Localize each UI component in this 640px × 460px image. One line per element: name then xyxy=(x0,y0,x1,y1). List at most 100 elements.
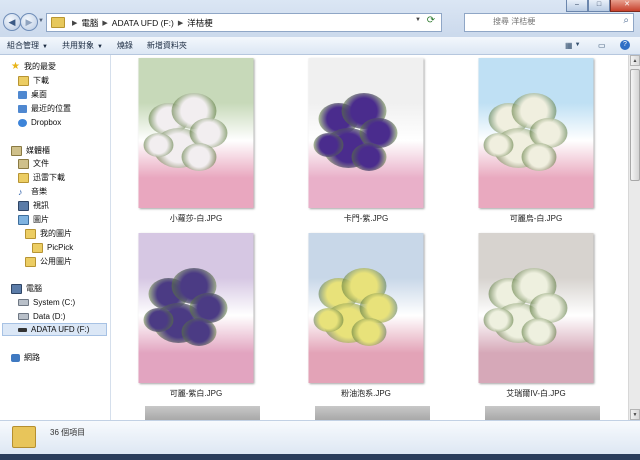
folder-large-icon xyxy=(12,426,36,448)
nav-favorites[interactable]: ★ 我的最愛 xyxy=(11,60,56,73)
nav-label: 桌面 xyxy=(31,90,47,99)
pictures-icon xyxy=(18,214,29,225)
desktop-icon xyxy=(18,90,27,99)
nav-network[interactable]: 網路 xyxy=(11,351,40,364)
image-thumbnail[interactable] xyxy=(308,233,424,383)
dropdown-arrow-icon: ▼ xyxy=(42,44,48,50)
nav-label: 音樂 xyxy=(31,187,47,196)
maximize-button[interactable]: □ xyxy=(588,0,610,12)
file-tile[interactable]: 卡門-紫.JPG xyxy=(281,55,451,223)
share-with-menu[interactable]: 共用對象 ▼ xyxy=(55,40,110,51)
nav-videos[interactable]: 視訊 xyxy=(18,199,49,212)
search-box[interactable]: ⌕ xyxy=(464,13,634,32)
file-name: 小蘿莎-白.JPG xyxy=(169,214,223,223)
navigation-pane: ★ 我的最愛 下載 桌面 最近的位置 Dropbox 媒體櫃 文件 迅雷下載 ♪ 音… xyxy=(0,55,111,420)
nav-downloads[interactable]: 下載 xyxy=(18,74,49,87)
file-name: 可麗-紫白.JPG xyxy=(169,389,223,398)
nav-computer[interactable]: 電腦 xyxy=(11,282,42,295)
nav-drive-c[interactable]: System (C:) xyxy=(18,296,75,309)
nav-label: 電腦 xyxy=(26,284,42,293)
file-tile[interactable]: 粉油泡系.JPG xyxy=(281,230,451,398)
recent-places-icon xyxy=(18,104,27,113)
nav-drive-d[interactable]: Data (D:) xyxy=(18,310,65,323)
share-with-label: 共用對象 xyxy=(61,41,94,50)
file-name: 粉油泡系.JPG xyxy=(341,389,391,398)
nav-label: 下載 xyxy=(33,76,49,85)
view-icon: ▦ xyxy=(565,40,573,50)
image-thumbnail[interactable] xyxy=(138,233,254,383)
nav-recent-places[interactable]: 最近的位置 xyxy=(18,102,71,115)
scroll-thumb[interactable] xyxy=(630,69,640,181)
star-icon: ★ xyxy=(11,60,20,72)
preview-pane-button[interactable]: ▭ xyxy=(598,39,606,51)
view-options-button[interactable]: ▦ ▼ xyxy=(565,39,581,51)
file-tile[interactable]: 小蘿莎-白.JPG xyxy=(111,55,281,223)
documents-icon xyxy=(18,158,29,169)
breadcrumb: ▶ 電腦 ▶ ADATA UFD (F:) ▶ 洋桔梗 xyxy=(68,17,213,29)
taskbar-strip xyxy=(0,454,640,460)
image-thumbnail[interactable] xyxy=(138,58,254,208)
dropdown-arrow-icon: ▼ xyxy=(574,42,581,48)
command-bar: 組合管理 ▼ 共用對象 ▼ 燒錄 新增資料夾 ▦ ▼ ▭ ? xyxy=(0,37,640,55)
nav-documents[interactable]: 文件 xyxy=(18,157,49,170)
nav-public-pictures[interactable]: 公用圖片 xyxy=(25,255,72,268)
address-history-dropdown[interactable]: ▼ xyxy=(415,17,421,23)
refresh-button[interactable]: ⟳ xyxy=(424,15,438,28)
breadcrumb-separator-icon[interactable]: ▶ xyxy=(178,19,183,27)
nav-label: 迅雷下載 xyxy=(33,173,65,182)
back-button[interactable]: ◀ xyxy=(3,13,21,31)
file-tile[interactable]: 艾瑞爾IV-白.JPG xyxy=(451,230,621,398)
folder-icon xyxy=(18,172,29,183)
nav-drive-f-selected[interactable]: ADATA UFD (F:) xyxy=(2,323,107,336)
breadcrumb-folder[interactable]: 洋桔梗 xyxy=(187,17,213,29)
image-thumbnail[interactable] xyxy=(478,233,594,383)
partial-thumbnail[interactable] xyxy=(485,406,600,420)
folder-icon xyxy=(32,242,43,253)
vertical-scrollbar[interactable]: ▲ ▼ xyxy=(628,55,640,420)
new-folder-button[interactable]: 新增資料夾 xyxy=(140,40,194,51)
file-tile[interactable]: 可麗烏-白.JPG xyxy=(451,55,621,223)
forward-button[interactable]: ▶ xyxy=(20,13,38,31)
nav-desktop[interactable]: 桌面 xyxy=(18,88,47,101)
recent-pages-dropdown[interactable]: ▼ xyxy=(38,18,44,24)
search-input[interactable] xyxy=(465,14,633,29)
nav-pictures[interactable]: 圖片 xyxy=(18,213,49,226)
nav-dropbox[interactable]: Dropbox xyxy=(18,116,61,129)
folder-icon xyxy=(25,228,36,239)
partial-thumbnail[interactable] xyxy=(145,406,260,420)
breadcrumb-computer[interactable]: 電腦 xyxy=(81,17,98,29)
nav-label: 文件 xyxy=(33,159,49,168)
organize-menu[interactable]: 組合管理 ▼ xyxy=(0,40,55,51)
scroll-up-button[interactable]: ▲ xyxy=(630,55,640,66)
nav-picpick[interactable]: PicPick xyxy=(32,241,73,254)
nav-libraries[interactable]: 媒體櫃 xyxy=(11,144,50,157)
minimize-button[interactable]: – xyxy=(566,0,588,12)
address-box[interactable]: ▶ 電腦 ▶ ADATA UFD (F:) ▶ 洋桔梗 ▼ ⟳ xyxy=(46,13,442,32)
image-thumbnail[interactable] xyxy=(478,58,594,208)
music-note-icon: ♪ xyxy=(18,186,23,197)
breadcrumb-separator-icon[interactable]: ▶ xyxy=(102,19,107,27)
nav-music[interactable]: ♪ 音樂 xyxy=(18,185,47,198)
hard-drive-icon xyxy=(18,313,29,320)
organize-label: 組合管理 xyxy=(7,41,39,50)
downloads-folder-icon xyxy=(18,75,29,86)
nav-label: 最近的位置 xyxy=(31,104,71,113)
nav-label: 視訊 xyxy=(33,201,49,210)
item-count: 36 個項目 xyxy=(50,428,86,437)
window-controls: – □ ✕ xyxy=(566,0,640,12)
burn-button[interactable]: 燒錄 xyxy=(110,40,140,51)
close-button[interactable]: ✕ xyxy=(610,0,640,12)
nav-label: 我的最愛 xyxy=(24,62,56,71)
help-icon: ? xyxy=(620,40,630,50)
dropdown-arrow-icon: ▼ xyxy=(96,44,103,50)
file-tile[interactable]: 可麗-紫白.JPG xyxy=(111,230,281,398)
nav-xunlei-downloads[interactable]: 迅雷下載 xyxy=(18,171,65,184)
nav-my-pictures[interactable]: 我的圖片 xyxy=(25,227,72,240)
image-thumbnail[interactable] xyxy=(308,58,424,208)
nav-label: 我的圖片 xyxy=(40,229,72,238)
partial-thumbnail[interactable] xyxy=(315,406,430,420)
scroll-down-button[interactable]: ▼ xyxy=(630,409,640,420)
help-button[interactable]: ? xyxy=(620,39,630,51)
library-icon xyxy=(11,145,22,156)
breadcrumb-drive[interactable]: ADATA UFD (F:) xyxy=(112,18,174,28)
